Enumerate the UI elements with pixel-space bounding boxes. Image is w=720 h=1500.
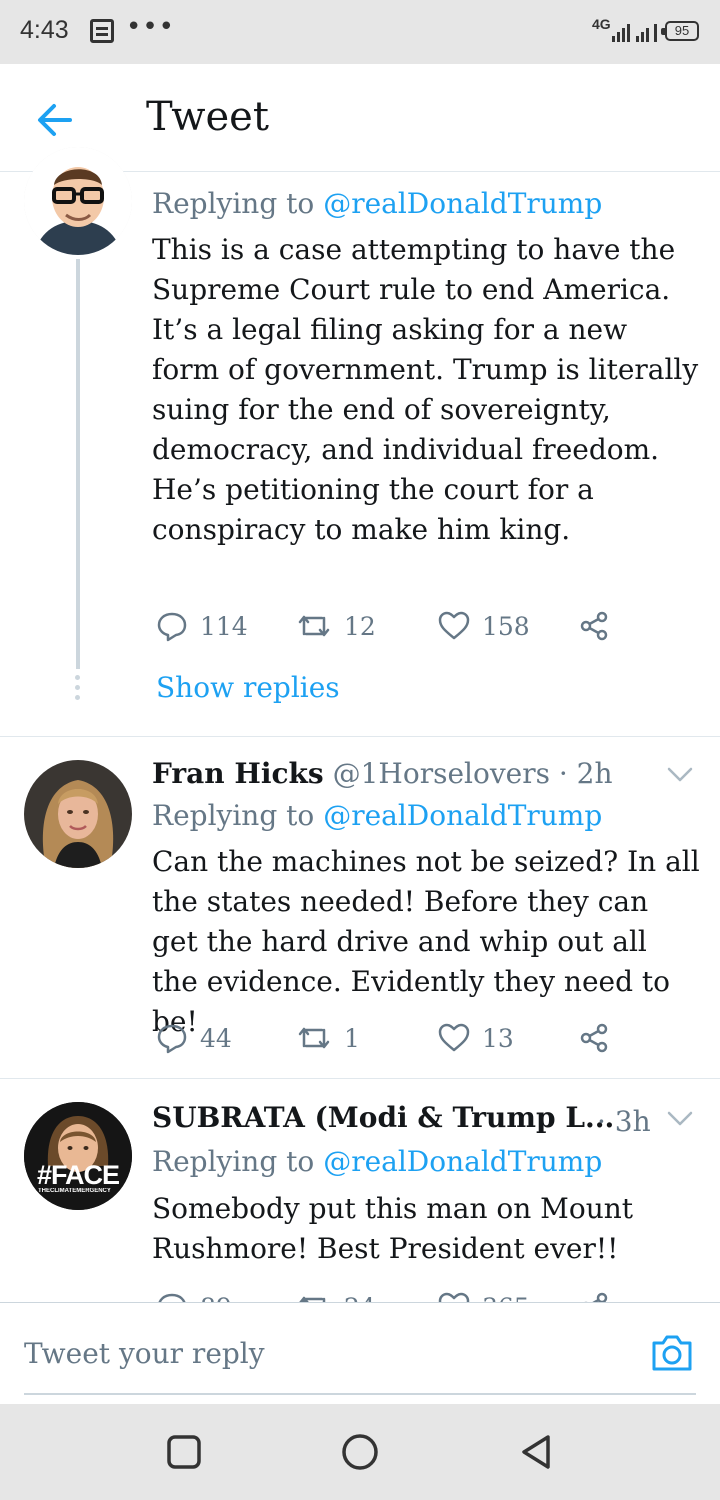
heart-icon [438,1023,470,1052]
retweet-button[interactable]: 24 [296,1287,376,1302]
tweet-card[interactable]: Replying to @realDonaldTrump This is a c… [0,147,720,736]
reply-count: 89 [200,1293,232,1303]
author-name[interactable]: Fran Hicks [152,757,324,790]
chevron-down-icon[interactable] [666,1109,694,1129]
share-icon [580,1023,608,1053]
like-button[interactable]: 158 [438,606,530,646]
avatar-badge-subtext: THECLIMATEMERGENCY [38,1188,111,1194]
retweet-count: 12 [344,611,376,641]
tweet-text: Can the machines not be seized? In all t… [152,845,700,1038]
tweet-text: Somebody put this man on Mount Rushmore!… [152,1192,634,1265]
retweet-button[interactable]: 12 [296,606,376,646]
avatar-badge-text: #FACE [36,1160,120,1190]
share-button[interactable] [578,606,622,646]
mention-link[interactable]: @realDonaldTrump [323,1145,602,1178]
tweet-actions: 114 12 158 [152,606,672,646]
more-notifications-icon: ••• [126,12,176,42]
heart-icon [438,611,470,640]
status-time: 4:43 [20,16,69,44]
replying-to: Replying to @realDonaldTrump [152,187,603,220]
signal-icon [612,24,657,42]
thread-connector [76,259,80,669]
system-navigation-bar [0,1404,720,1500]
tweet-actions: 44 1 13 [152,1018,672,1058]
reply-input-underline [24,1393,696,1395]
like-button[interactable]: 365 [438,1287,530,1302]
retweet-count: 1 [344,1023,360,1053]
avatar[interactable] [24,147,132,255]
reply-count: 114 [200,611,248,641]
back-button[interactable] [518,1434,554,1470]
tweet-card[interactable]: Fran Hicks @1Horselovers · 2h Replying t… [0,737,720,1077]
home-button[interactable] [340,1434,380,1474]
recents-button[interactable] [166,1434,202,1470]
mention-link[interactable]: @realDonaldTrump [323,799,602,832]
like-count: 158 [482,611,530,641]
share-button[interactable] [578,1018,622,1058]
tweet-actions: 89 24 365 [152,1287,672,1302]
chevron-down-icon[interactable] [666,765,694,785]
heart-icon [438,1292,470,1302]
retweet-button[interactable]: 1 [296,1018,360,1058]
avatar[interactable] [24,760,132,868]
battery-icon: 95 [661,21,699,41]
page-title: Tweet [146,94,269,140]
author-name[interactable]: SUBRATA (Modi & Trump L... [152,1101,614,1134]
reply-button[interactable]: 44 [156,1018,232,1058]
author-handle: @1Horselovers · 2h [332,757,613,790]
replying-to: Replying to @realDonaldTrump [152,799,603,832]
author-line: Fran Hicks @1Horselovers · 2h [152,757,613,790]
replying-to: Replying to @realDonaldTrump [152,1145,603,1178]
tweet-text: This is a case attempting to have the Su… [152,233,699,546]
mention-link[interactable]: @realDonaldTrump [323,187,602,220]
like-count: 13 [482,1023,514,1053]
author-handle: · 3h [597,1105,651,1138]
reply-icon [157,612,187,642]
reply-icon [157,1024,187,1054]
camera-icon[interactable] [650,1333,694,1373]
retweet-icon [298,615,330,637]
avatar[interactable]: #FACE THECLIMATEMERGENCY [24,1102,132,1210]
thread-more-indicator [75,675,81,705]
share-icon [584,1292,608,1302]
reply-composer: Tweet your reply [0,1302,720,1404]
status-bar: 4:43 ••• 4G 95 [0,0,720,64]
like-count: 365 [482,1293,530,1303]
reply-icon [158,1293,186,1302]
reply-button[interactable]: 89 [156,1287,232,1302]
author-line: SUBRATA (Modi & Trump L... [152,1101,614,1134]
retweet-icon [298,1027,330,1049]
back-arrow-icon[interactable] [34,100,78,140]
show-replies-link[interactable]: Show replies [156,671,340,704]
tweet-card[interactable]: #FACE THECLIMATEMERGENCY SUBRATA (Modi &… [0,1079,720,1302]
reply-input[interactable]: Tweet your reply [24,1337,265,1370]
retweet-count: 24 [344,1293,376,1303]
network-type-label: 4G [592,16,611,32]
share-button[interactable] [578,1287,622,1302]
reply-button[interactable]: 114 [156,606,248,646]
like-button[interactable]: 13 [438,1018,514,1058]
retweet-icon [299,1296,326,1302]
message-notification-icon [90,19,114,43]
reply-count: 44 [200,1023,232,1053]
share-icon [580,611,608,641]
